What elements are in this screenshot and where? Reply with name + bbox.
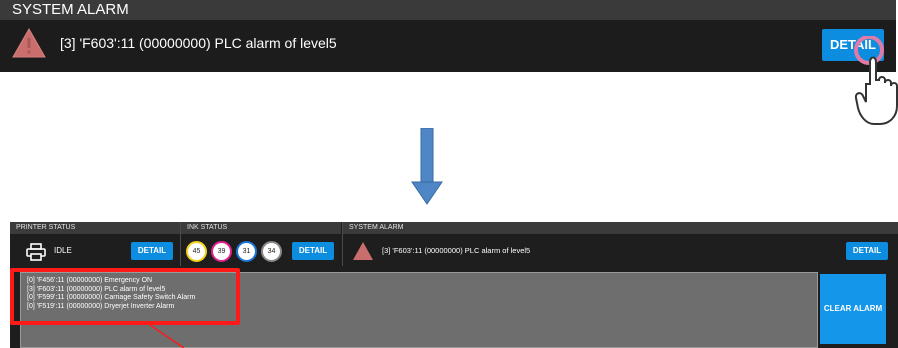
- ink-value-black: 34: [263, 243, 280, 260]
- ink-value-cyan: 31: [238, 243, 255, 260]
- system-alarm-banner: SYSTEM ALARM [3] 'F603':11 (00000000) PL…: [0, 0, 896, 72]
- ink-value-magenta: 39: [213, 243, 230, 260]
- printer-status-label: PRINTER STATUS: [10, 222, 180, 234]
- highlight-box: [10, 268, 240, 325]
- down-arrow-icon: [411, 128, 443, 205]
- warning-triangle-icon: [12, 28, 46, 58]
- printer-detail-button[interactable]: DETAIL: [131, 242, 173, 260]
- ink-value-yellow: 45: [188, 243, 205, 260]
- hand-pointer-icon: [854, 36, 898, 125]
- system-alarm-detail-button[interactable]: DETAIL: [846, 242, 888, 260]
- clear-alarm-button[interactable]: CLEAR ALARM: [820, 274, 886, 344]
- banner-title: SYSTEM ALARM: [0, 0, 896, 20]
- system-alarm-message: [3] 'F603':11 (00000000) PLC alarm of le…: [382, 246, 531, 255]
- banner-alarm-message: [3] 'F603':11 (00000000) PLC alarm of le…: [60, 35, 337, 51]
- status-panel: PRINTER STATUS IDLE DETAIL INK STATUS 45…: [10, 222, 898, 348]
- ink-detail-button[interactable]: DETAIL: [292, 242, 334, 260]
- ink-status-label: INK STATUS: [181, 222, 341, 234]
- annotation-pointer: [150, 325, 184, 348]
- warning-triangle-icon: [353, 242, 373, 260]
- printer-state: IDLE: [54, 246, 72, 255]
- system-alarm-label: SYSTEM ALARM: [343, 222, 898, 234]
- printer-icon: [26, 243, 46, 261]
- tutorial-screenshot: SYSTEM ALARM [3] 'F603':11 (00000000) PL…: [0, 0, 898, 348]
